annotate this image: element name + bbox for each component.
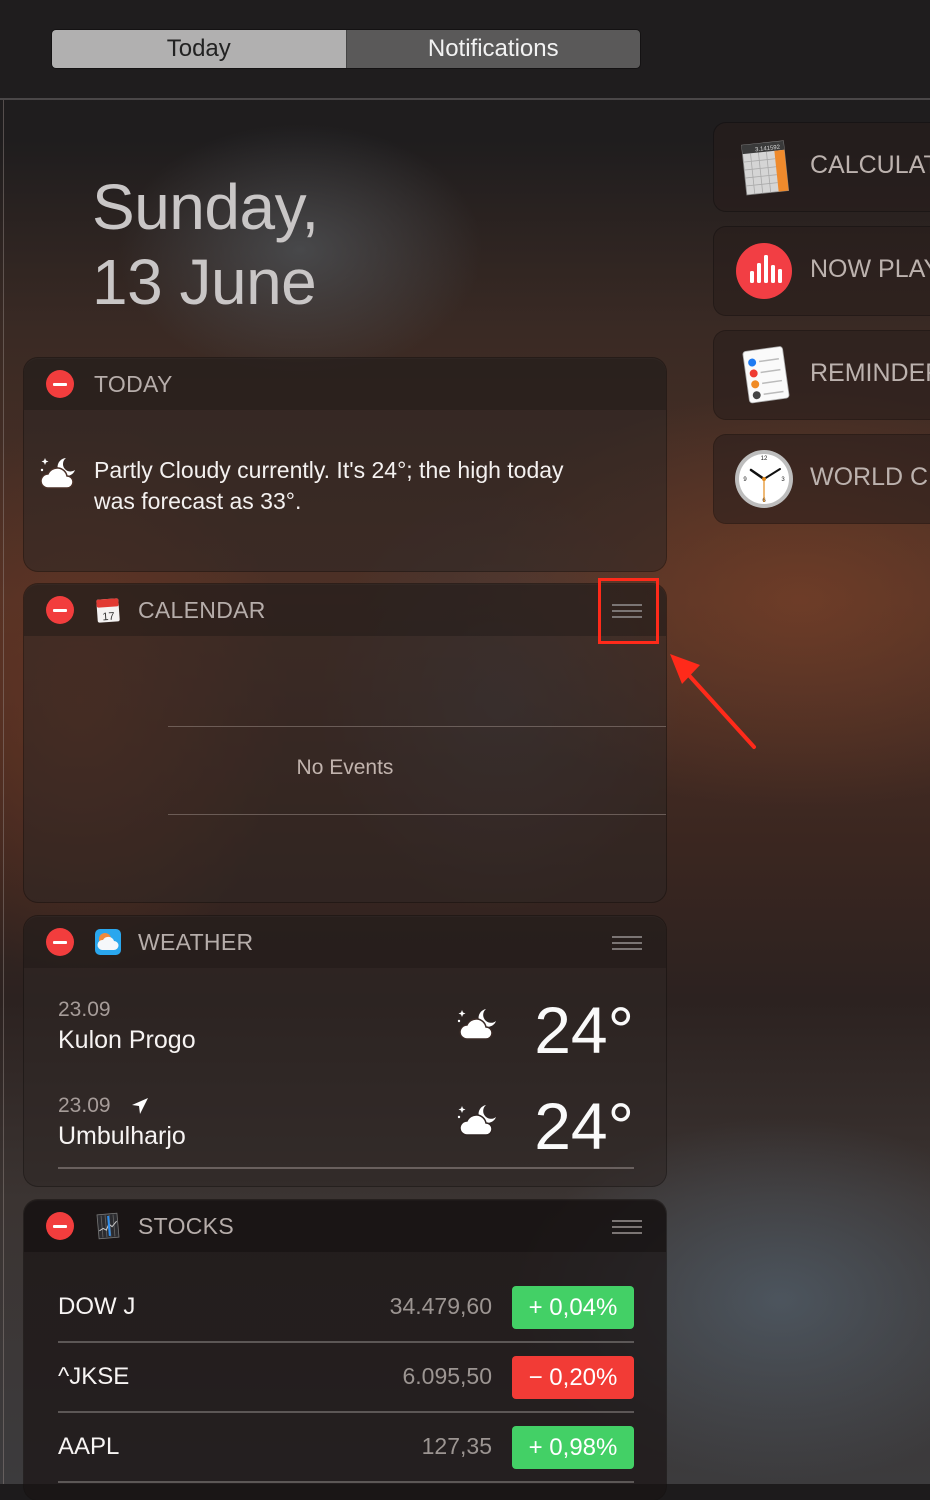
widget-title: WEATHER — [138, 929, 254, 955]
drag-handle-icon[interactable] — [612, 1218, 642, 1234]
stock-symbol: ^JKSE — [58, 1363, 130, 1390]
weather-location: Kulon Progo — [58, 1026, 196, 1054]
divider — [168, 814, 666, 815]
now-playing-icon — [736, 243, 792, 299]
annotation-highlight-box — [598, 578, 659, 644]
date-heading: Sunday, 13 June — [92, 170, 319, 320]
widget-title: CALENDAR — [138, 597, 266, 623]
no-events-label: No Events — [296, 756, 394, 779]
calculator-icon: 3.141592 — [741, 140, 790, 196]
partly-cloudy-night-icon — [457, 1105, 496, 1136]
widget-header: STOCKS — [24, 1200, 666, 1252]
stock-change-badge[interactable]: − 0,20% — [512, 1356, 634, 1399]
weather-location: Umbulharjo — [58, 1122, 186, 1150]
date-weekday: Sunday, — [92, 171, 319, 243]
header-divider — [0, 98, 930, 100]
add-widget-world-clock[interactable]: 12369 WORLD CLOCK — [714, 435, 930, 523]
partly-cloudy-night-icon — [457, 1009, 496, 1040]
weather-time: 23.09 — [58, 1094, 111, 1117]
stock-change-badge[interactable]: + 0,04% — [512, 1286, 634, 1329]
add-widget-reminders[interactable]: REMINDERS — [714, 331, 930, 419]
tab-today[interactable]: Today — [52, 30, 346, 68]
drag-handle-icon[interactable] — [612, 934, 642, 950]
widget-header: 17 CALENDAR — [24, 584, 666, 636]
stock-symbol: DOW J — [58, 1293, 136, 1320]
weather-widget: WEATHER 23.09 Kulon Progo 24° 23.09 Umbu… — [24, 916, 666, 1186]
weather-temperature: 24° — [534, 993, 634, 1067]
location-arrow-icon — [132, 1098, 148, 1114]
date-day-month: 13 June — [92, 246, 317, 318]
annotation-arrow-icon — [670, 654, 756, 749]
today-widget: TODAY Partly Cloudy currently. It's 24°;… — [24, 358, 666, 571]
weather-time: 23.09 — [58, 998, 111, 1021]
stock-change-badge[interactable]: + 0,98% — [512, 1426, 634, 1469]
widget-header: TODAY — [24, 358, 666, 410]
calendar-app-icon: 17 — [96, 598, 120, 624]
stock-price: 34.479,60 — [389, 1293, 492, 1319]
stock-price: 6.095,50 — [402, 1363, 492, 1389]
remove-widget-button[interactable] — [46, 370, 74, 398]
partly-cloudy-night-icon — [40, 458, 75, 489]
today-summary-text: Partly Cloudy currently. It's 24°; the h… — [94, 457, 564, 514]
widget-header: WEATHER — [24, 916, 666, 968]
panel-edge — [3, 100, 4, 1484]
add-widget-now-playing[interactable]: NOW PLAYING — [714, 227, 930, 315]
stock-row[interactable]: DOW J 34.479,60 + 0,04% — [58, 1273, 634, 1343]
stock-row[interactable]: AAPL 127,35 + 0,98% — [58, 1413, 634, 1483]
remove-widget-button[interactable] — [46, 596, 74, 624]
widget-label: REMINDERS — [810, 359, 930, 387]
widget-label: WORLD CLOCK — [810, 463, 930, 491]
stocks-widget: STOCKS DOW J 34.479,60 + 0,04% ^JKSE 6.0… — [24, 1200, 666, 1500]
world-clock-icon: 12369 — [735, 450, 793, 508]
divider — [58, 1167, 634, 1169]
weather-row[interactable]: 23.09 Umbulharjo 24° — [58, 1089, 634, 1174]
weather-app-icon — [95, 929, 121, 955]
stock-row[interactable]: ^JKSE 6.095,50 − 0,20% — [58, 1343, 634, 1413]
svg-text:12: 12 — [761, 456, 768, 462]
svg-text:17: 17 — [102, 611, 115, 624]
remove-widget-button[interactable] — [46, 1212, 74, 1240]
stock-price: 127,35 — [421, 1433, 492, 1459]
remove-widget-button[interactable] — [46, 928, 74, 956]
divider — [58, 1481, 634, 1483]
weather-row[interactable]: 23.09 Kulon Progo 24° — [58, 993, 634, 1078]
stock-symbol: AAPL — [58, 1433, 120, 1460]
reminders-icon — [742, 346, 790, 404]
add-widget-calculator[interactable]: 3.141592 CALCULATOR — [714, 123, 930, 211]
tab-notifications[interactable]: Notifications — [345, 30, 640, 68]
view-switcher: Today Notifications — [52, 30, 640, 68]
widget-label: NOW PLAYING — [810, 255, 930, 283]
weather-temperature: 24° — [534, 1089, 634, 1163]
stocks-app-icon — [96, 1212, 120, 1240]
widget-title: TODAY — [94, 371, 173, 397]
widget-title: STOCKS — [138, 1213, 234, 1239]
divider — [168, 726, 666, 727]
calendar-widget: 17 CALENDAR No Events — [24, 584, 666, 902]
widget-label: CALCULATOR — [810, 151, 930, 179]
